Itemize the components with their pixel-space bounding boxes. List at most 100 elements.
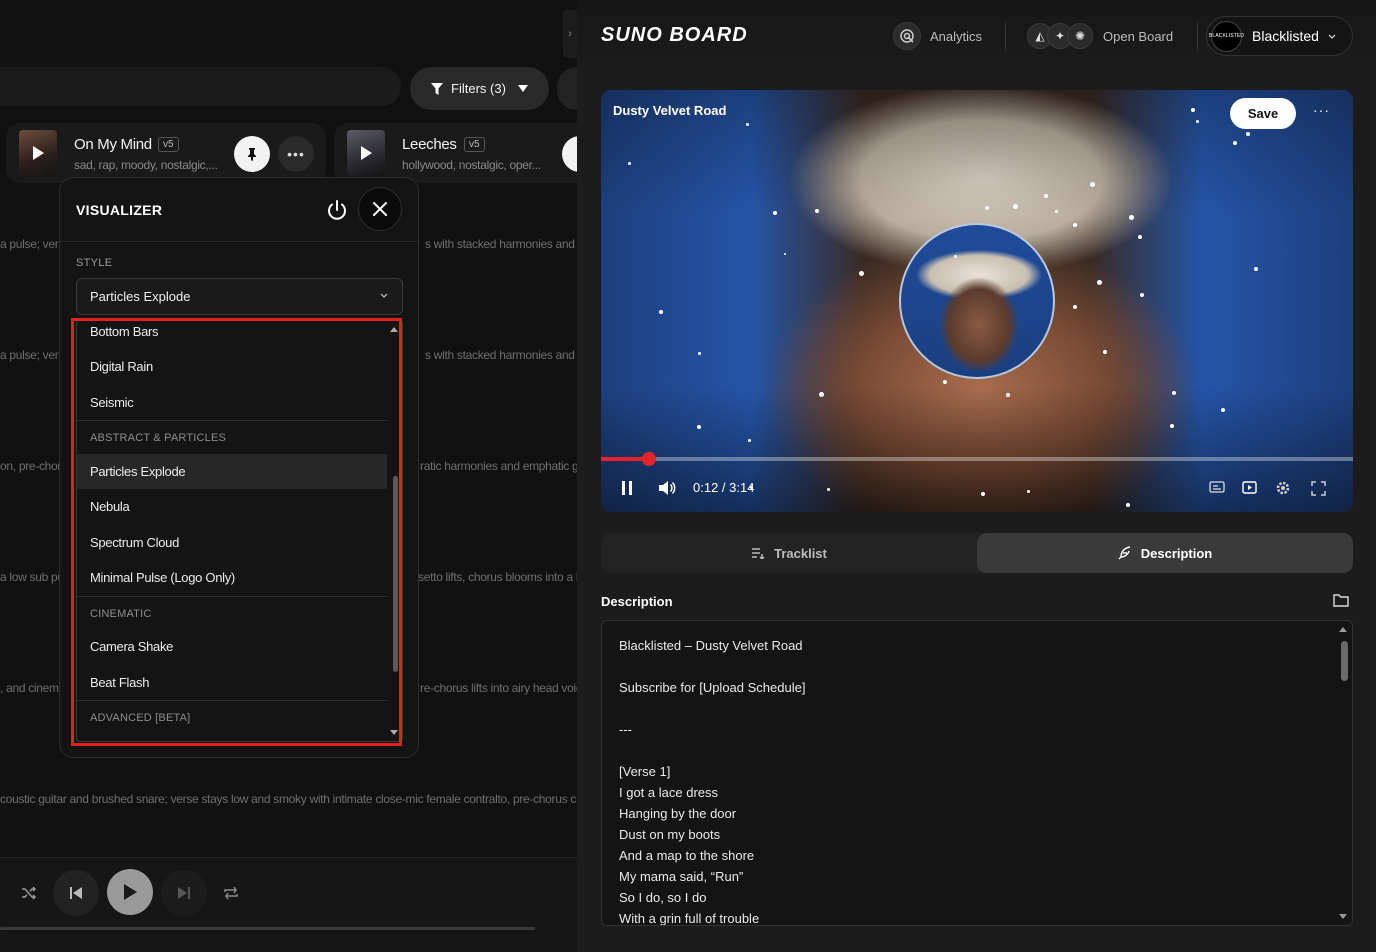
analytics-button[interactable]: Analytics (893, 22, 982, 50)
skip-forward-icon (178, 887, 190, 899)
visualizer-header: VISUALIZER (60, 178, 418, 242)
description-line: [Verse 1] (619, 764, 671, 779)
subtitles-button[interactable] (1207, 478, 1227, 498)
settings-button[interactable] (1273, 478, 1293, 498)
toolbar-button-edge[interactable] (557, 67, 577, 110)
particle (697, 425, 701, 429)
scroll-up-arrow-icon[interactable] (390, 327, 398, 332)
particle (748, 439, 751, 442)
particle (1013, 204, 1018, 209)
particle (1221, 408, 1225, 412)
song-card[interactable]: On My Mind v5 sad, rap, moody, nostalgic… (6, 123, 326, 183)
song-title[interactable]: Leeches (402, 136, 457, 153)
style-option-seismic[interactable]: Seismic (77, 385, 387, 420)
tab-description[interactable]: Description (977, 533, 1353, 573)
style-option-bottom-bars[interactable]: Bottom Bars (77, 321, 387, 349)
song-card[interactable]: Leeches v5 hollywood, nostalgic, oper... (334, 123, 577, 183)
scroll-up-arrow-icon[interactable] (1339, 627, 1347, 632)
song-thumbnail[interactable] (19, 130, 57, 176)
save-button[interactable]: Save (1230, 98, 1296, 129)
power-icon (328, 200, 346, 220)
play-button[interactable] (107, 869, 153, 915)
repeat-button[interactable] (214, 876, 248, 910)
version-badge: v5 (158, 137, 179, 152)
account-menu[interactable]: BLACKLISTED Blacklisted (1206, 16, 1353, 56)
open-board-button[interactable]: ◭ ✦ ✺ Open Board (1027, 22, 1173, 50)
description-scroll-thumb[interactable] (1341, 641, 1348, 681)
style-select[interactable]: Particles Explode (76, 278, 403, 315)
autoplay-button[interactable] (1240, 478, 1260, 498)
volume-icon (659, 481, 676, 495)
description-textarea[interactable]: Blacklisted – Dusty Velvet Road Subscribe… (601, 620, 1353, 926)
collapse-panel-button[interactable]: › (563, 10, 577, 58)
pin-button[interactable] (562, 136, 577, 172)
description-line: Hanging by the door (619, 806, 737, 821)
volume-button[interactable] (656, 478, 678, 498)
dropdown-scroll-thumb[interactable] (393, 476, 398, 672)
pin-button[interactable] (234, 136, 270, 172)
description-line: Dust on my boots (619, 827, 721, 842)
analytics-label: Analytics (930, 28, 983, 44)
fullscreen-icon (1310, 480, 1326, 496)
song-title[interactable]: On My Mind (74, 136, 152, 153)
style-option-beat-flash[interactable]: Beat Flash (77, 665, 387, 700)
filters-button[interactable]: Filters (3) (410, 67, 549, 110)
previous-button[interactable] (53, 870, 99, 916)
style-option-minimal-pulse[interactable]: Minimal Pulse (Logo Only) (77, 560, 387, 595)
particle (1233, 141, 1237, 145)
particle (1138, 235, 1142, 239)
scroll-down-arrow-icon[interactable] (1339, 914, 1347, 919)
more-options-button[interactable]: ••• (278, 136, 314, 172)
playback-progress-bar[interactable] (0, 927, 535, 930)
song-description-fragment: on, pre-chor (0, 459, 62, 473)
video-more-button[interactable]: ··· (1313, 102, 1330, 118)
top-bar: SUNO BOARD Analytics ◭ ✦ ✺ Open Board BL… (577, 0, 1376, 76)
particle (1097, 280, 1102, 285)
style-options-list[interactable]: Bottom Bars Digital Rain Seismic ABSTRAC… (76, 320, 403, 742)
song-tags: sad, rap, moody, nostalgic,... (74, 158, 218, 172)
dropdown-scrollbar[interactable] (388, 321, 402, 741)
song-description-fragment: a pulse; vers (0, 237, 65, 251)
chevron-down-icon (380, 293, 388, 298)
pause-button[interactable] (617, 478, 637, 498)
version-badge: v5 (464, 137, 485, 152)
search-input[interactable] (0, 67, 401, 106)
feather-icon (1118, 546, 1130, 560)
description-line: Subscribe for [Upload Schedule] (619, 680, 806, 695)
particle (1055, 210, 1058, 213)
video-preview[interactable]: Dusty Velvet Road Save ··· 0:12 / 3:14 (601, 90, 1353, 512)
style-option-spectrum-cloud[interactable]: Spectrum Cloud (77, 525, 387, 560)
style-option-camera-shake[interactable]: Camera Shake (77, 629, 387, 664)
particle (1073, 223, 1077, 227)
scroll-down-arrow-icon[interactable] (390, 730, 398, 735)
video-progress-bar[interactable] (601, 452, 1353, 466)
style-option-digital-rain[interactable]: Digital Rain (77, 349, 387, 384)
description-line: So I do, so I do (619, 890, 707, 905)
chevron-down-icon (1328, 34, 1336, 39)
song-description-fragment: coustic guitar and brushed snare; verse … (0, 792, 577, 806)
filter-icon (431, 82, 444, 95)
song-description-fragment: re-chorus lifts into airy head voic (420, 681, 577, 695)
tab-tracklist[interactable]: Tracklist (601, 533, 977, 573)
fullscreen-button[interactable] (1308, 478, 1328, 498)
video-time: 0:12 / 3:14 (693, 480, 755, 495)
caret-down-icon (517, 85, 528, 92)
song-thumbnail[interactable] (347, 130, 385, 176)
particle (784, 253, 786, 255)
visualizer-power-button[interactable] (322, 195, 352, 225)
tab-label: Description (1140, 545, 1213, 561)
style-option-nebula[interactable]: Nebula (77, 489, 387, 524)
particle (1129, 215, 1134, 220)
particle (1246, 132, 1250, 136)
style-option-particles-explode[interactable]: Particles Explode (77, 454, 387, 489)
folder-icon[interactable] (1333, 593, 1349, 607)
video-overlay (601, 90, 1353, 512)
particle (827, 488, 830, 491)
close-button[interactable] (358, 187, 402, 231)
list-icon (752, 548, 765, 559)
particle (1090, 182, 1095, 187)
next-button[interactable] (161, 870, 207, 916)
style-select-value: Particles Explode (90, 289, 191, 304)
particle (943, 380, 947, 384)
shuffle-button[interactable] (12, 876, 46, 910)
